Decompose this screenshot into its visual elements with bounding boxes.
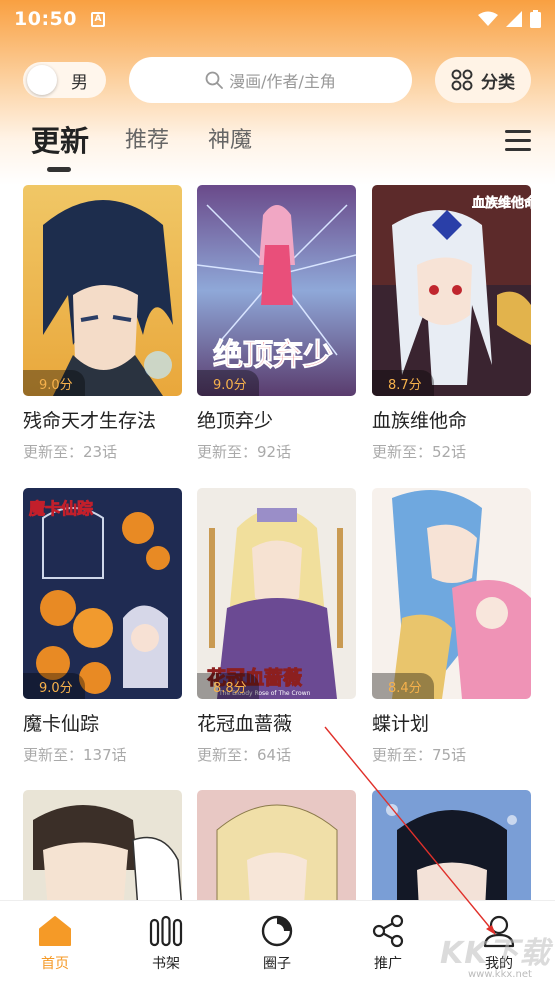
- comic-title: 蝶计划: [372, 713, 430, 735]
- search-input[interactable]: 漫画/作者/主角: [129, 57, 412, 103]
- watermark-url: www.kkx.net: [468, 969, 532, 980]
- status-icons: [478, 10, 541, 28]
- comic-title: 魔卡仙踪: [23, 713, 100, 735]
- nav-label: 圈子: [263, 956, 291, 972]
- menu-icon[interactable]: [505, 130, 531, 152]
- tab-updates[interactable]: 更新: [31, 118, 89, 160]
- category-button[interactable]: 分类: [435, 57, 531, 103]
- comic-card[interactable]: 9.0分 残命天才生存法 更新至：23话: [23, 185, 182, 462]
- nav-circle[interactable]: 圈子: [237, 913, 317, 973]
- share-icon: [372, 914, 404, 948]
- tab-shenmo[interactable]: 神魔: [208, 122, 252, 154]
- battery-icon: [530, 10, 541, 28]
- status-notification-icon: A: [90, 11, 105, 27]
- grid-icon: [451, 69, 473, 91]
- circle-icon: [261, 915, 293, 947]
- comic-cover[interactable]: 花冠血蔷薇 The Bloody Rose of The Crown 8.8分: [197, 488, 356, 699]
- home-icon: [39, 916, 71, 946]
- comic-update: 更新至：137话: [23, 746, 127, 764]
- tab-recommended[interactable]: 推荐: [125, 122, 169, 154]
- comic-title: 血族维他命: [372, 410, 468, 432]
- comic-card[interactable]: [23, 790, 182, 900]
- cover-logo-text: 魔卡仙踪: [29, 499, 93, 518]
- comic-card[interactable]: [372, 790, 531, 900]
- gender-label: 男: [71, 72, 88, 93]
- cover-logo-text: 血族维他命: [472, 195, 531, 211]
- watermark-logo: KK下载: [440, 936, 551, 971]
- comic-cover[interactable]: [197, 790, 356, 900]
- comic-update: 更新至：23话: [23, 443, 118, 461]
- search-placeholder: 漫画/作者/主角: [229, 72, 336, 91]
- comic-card[interactable]: [197, 790, 356, 900]
- category-label: 分类: [481, 72, 515, 93]
- comic-card[interactable]: 花冠血蔷薇 The Bloody Rose of The Crown 8.8分 …: [197, 488, 356, 765]
- comic-card[interactable]: 绝顶弃少 9.0分 绝顶弃少 更新至：92话: [197, 185, 356, 462]
- rating-badge: 8.4分: [372, 673, 434, 699]
- status-bar: 10:50 A: [0, 0, 555, 38]
- comic-update: 更新至：75话: [372, 746, 467, 764]
- comic-cover[interactable]: 8.4分: [372, 488, 531, 699]
- rating-badge: 9.0分: [23, 673, 85, 699]
- search-icon: [205, 71, 223, 89]
- comic-cover[interactable]: 绝顶弃少 9.0分: [197, 185, 356, 396]
- cover-logo-text: 绝顶弃少: [213, 338, 333, 373]
- comic-title: 残命天才生存法: [23, 410, 157, 432]
- comic-cover[interactable]: [23, 790, 182, 900]
- comic-card[interactable]: 魔卡仙踪 9.0分 魔卡仙踪 更新至：137话: [23, 488, 182, 765]
- comic-update: 更新至：92话: [197, 443, 292, 461]
- rating-badge: 8.8分: [197, 673, 259, 699]
- rating-badge: 8.7分: [372, 370, 434, 396]
- nav-home[interactable]: 首页: [15, 913, 95, 973]
- comic-card[interactable]: 8.4分 蝶计划 更新至：75话: [372, 488, 531, 765]
- tab-bar: 更新 推荐 神魔: [0, 118, 555, 174]
- comic-update: 更新至：64话: [197, 746, 292, 764]
- rating-badge: 9.0分: [23, 370, 85, 396]
- comic-grid: 9.0分 残命天才生存法 更新至：23话 绝顶弃少 9.0分 绝顶弃少 更新至：…: [23, 185, 533, 900]
- signal-icon: [506, 11, 522, 27]
- tab-indicator: [47, 167, 71, 172]
- rating-badge: 9.0分: [197, 370, 259, 396]
- bookshelf-icon: [149, 915, 183, 947]
- comic-cover[interactable]: 血族维他命 8.7分: [372, 185, 531, 396]
- wifi-icon: [478, 11, 498, 26]
- nav-bookshelf[interactable]: 书架: [126, 913, 206, 973]
- comic-cover[interactable]: 魔卡仙踪 9.0分: [23, 488, 182, 699]
- comic-title: 花冠血蔷薇: [197, 713, 293, 735]
- toggle-knob[interactable]: [27, 65, 57, 95]
- comic-update: 更新至：52话: [372, 443, 467, 461]
- comic-title: 绝顶弃少: [197, 410, 274, 432]
- nav-label: 推广: [374, 956, 402, 972]
- search-row: 男 漫画/作者/主角 分类: [0, 56, 555, 104]
- status-time: 10:50: [14, 8, 77, 30]
- nav-label: 书架: [152, 956, 180, 972]
- nav-promote[interactable]: 推广: [348, 913, 428, 973]
- gender-toggle[interactable]: 男: [23, 62, 106, 98]
- nav-label: 首页: [41, 956, 69, 972]
- comic-cover[interactable]: 9.0分: [23, 185, 182, 396]
- comic-card[interactable]: 血族维他命 8.7分 血族维他命 更新至：52话: [372, 185, 531, 462]
- comic-cover[interactable]: [372, 790, 531, 900]
